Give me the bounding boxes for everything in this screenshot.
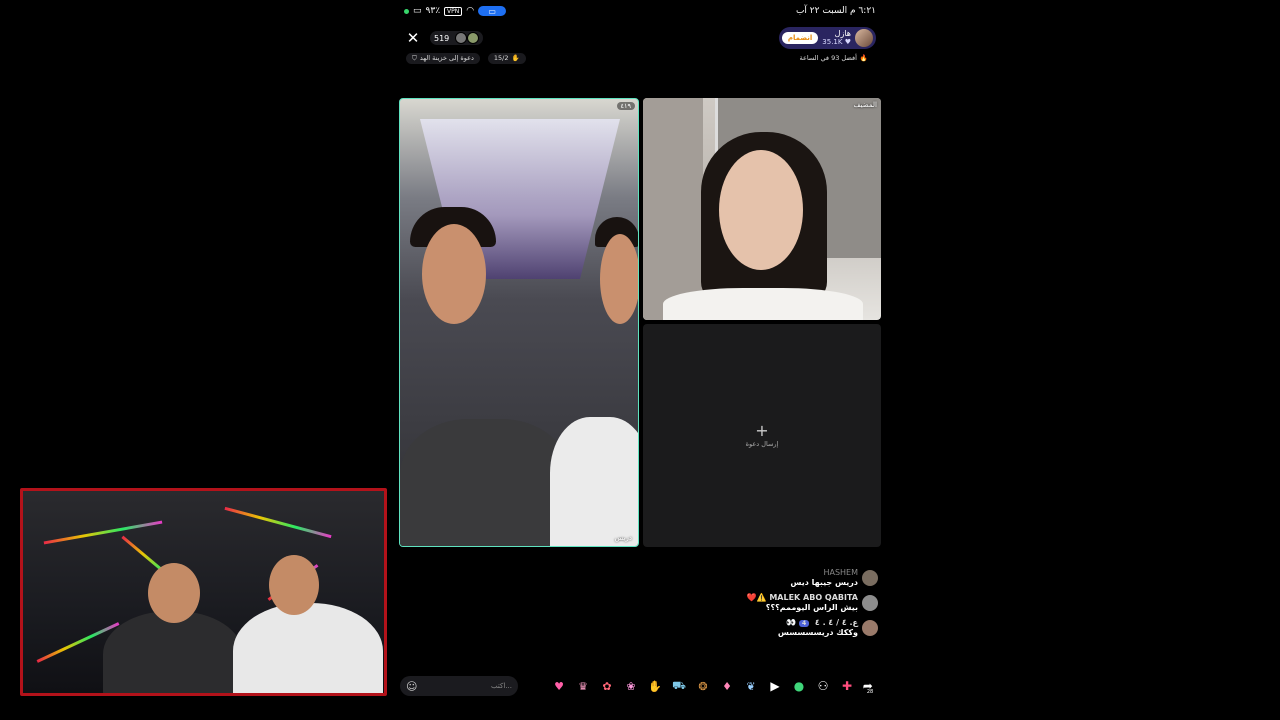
status-bar: ▭ ٩٣٪ VPN ◠ ▭ ٦:٢١ م السبت ٢٢ آب [396, 4, 884, 18]
recording-dot-icon [404, 8, 409, 14]
hat-gift-icon[interactable]: ♛ [574, 677, 592, 695]
chat-avatar[interactable] [862, 570, 878, 586]
guest-face-right [600, 234, 638, 324]
streamer-person-left [103, 611, 243, 693]
send-invite-label: إرسال دعوة [745, 439, 779, 448]
screen-share-icon: ▭ [478, 6, 507, 16]
viewer-count: 519 [434, 33, 450, 43]
curtain [643, 98, 703, 320]
streamer-person-right [233, 603, 383, 693]
microphone-icon[interactable]: ● [790, 677, 808, 695]
guest-shirt-right [550, 417, 638, 546]
close-button[interactable]: ✕ [404, 29, 422, 47]
streamer-head-left [148, 563, 200, 623]
chat-message[interactable]: HASHEM دريس جيبها ديس [790, 568, 878, 587]
comment-input[interactable]: ☺ اكتب... [400, 676, 518, 696]
host-likes: 35.1K ♥ [822, 38, 851, 46]
car-gift-icon[interactable]: ⛟ [670, 677, 688, 695]
phone-screen: ▭ ٩٣٪ VPN ◠ ▭ ٦:٢١ م السبت ٢٢ آب ✕ 519 ا… [396, 0, 884, 720]
battery-level: ٩٣٪ [425, 6, 441, 16]
status-icons: ▭ ٩٣٪ VPN ◠ ▭ [404, 6, 507, 16]
chat-message[interactable]: 👀 ع. ٤ / ٤ . ٤ 4 وككك دريسسسسس [778, 618, 878, 637]
chat-avatar[interactable] [862, 620, 878, 636]
guest-gift-count: ٤١٩ [616, 102, 635, 110]
guest-shirt-left [400, 419, 570, 546]
hand-icon: ✋ [511, 54, 520, 62]
swan-gift-icon[interactable]: ❦ [742, 677, 760, 695]
battery-icon: ▭ [413, 6, 422, 16]
host-shirt [663, 288, 863, 320]
bottom-action-bar: ☺ اكتب... ♥ ♛ ✿ ❀ ✋ ⛟ ❂ ♦ ❦ ▶ ● ⚇ ✚ ➦ 28 [400, 675, 880, 697]
chat-message[interactable]: ❤️⚠️ MALEK ABO QABITA بيش الراس اليوممم؟… [747, 593, 878, 612]
level-badge: 4 [798, 620, 810, 627]
guests-icon[interactable]: ⚇ [814, 677, 832, 695]
candy-gift-icon[interactable]: ❀ [622, 677, 640, 695]
share-count: 28 [866, 689, 874, 695]
chat-text: بيش الراس اليوممم؟؟؟ [765, 603, 858, 612]
chat-username: MALEK ABO QABITA [769, 593, 858, 602]
chat-text: وككك دريسسسسس [777, 628, 858, 637]
viewer-avatar [467, 32, 480, 44]
heart-gift-icon[interactable]: ♥ [550, 677, 568, 695]
comment-placeholder: اكتب... [491, 682, 512, 690]
treasure-invite-chip[interactable]: ⛉ دعوة إلى خزينة الهد [406, 52, 480, 64]
plus-icon: + [755, 420, 769, 440]
streamer-webcam-overlay [20, 488, 387, 696]
gift-strip: ♥ ♛ ✿ ❀ ✋ ⛟ ❂ ♦ ❦ ▶ ● ⚇ ✚ ➦ 28 [524, 677, 880, 696]
bear-gift-icon[interactable]: ❂ [694, 677, 712, 695]
camera-icon[interactable]: ▶ [766, 677, 784, 695]
rose-gift-icon[interactable]: ✿ [598, 677, 616, 695]
shield-icon: ⛉ [412, 53, 417, 62]
wifi-icon: ◠ [466, 6, 475, 16]
status-time-date: ٦:٢١ م السبت ٢٢ آب [795, 6, 876, 16]
guest-name-label: دريس [614, 534, 632, 542]
chat-avatar[interactable] [862, 595, 878, 611]
perfume-gift-icon[interactable]: ♦ [718, 677, 736, 695]
vpn-icon: VPN [444, 6, 463, 16]
host-card[interactable]: انضمام هازل 35.1K ♥ [778, 27, 876, 49]
emoji-icon[interactable]: ☺ [406, 680, 417, 693]
viewer-avatar [455, 32, 468, 44]
neon-light [224, 506, 332, 539]
hourly-rank-chip[interactable]: أفضل 93 في الساعة 🔥 [793, 53, 874, 63]
live-header: ✕ 519 انضمام هازل 35.1K ♥ [396, 26, 884, 50]
host-name: هازل [834, 29, 851, 38]
fire-icon: 🔥 [859, 54, 868, 62]
host-face [719, 150, 803, 270]
viewer-list[interactable]: 519 [430, 31, 484, 45]
empty-seat-invite[interactable]: + إرسال دعوة [643, 324, 881, 547]
host-avatar[interactable] [855, 29, 873, 47]
chat-feed: HASHEM دريس جيبها ديس ❤️⚠️ MALEK ABO QAB… [578, 568, 878, 637]
header-sub-row: ⛉ دعوة إلى خزينة الهد 15/2 ✋ أفضل 93 في ال… [396, 51, 884, 65]
streamer-head-right [269, 555, 319, 615]
chat-username: ع. ٤ / ٤ . ٤ [814, 618, 858, 627]
follow-button[interactable]: انضمام [781, 32, 819, 44]
chat-badges: 👀 [786, 618, 797, 627]
heart-icon: ♥ [844, 38, 851, 46]
guest-video-tile[interactable]: ٤١٩ دريس [399, 98, 639, 547]
host-info: هازل 35.1K ♥ [822, 29, 851, 47]
seats-chip[interactable]: 15/2 ✋ [487, 52, 526, 64]
chat-badges: ❤️⚠️ [746, 593, 767, 602]
host-label: المضيف [853, 101, 877, 109]
chat-text: دريس جيبها ديس [790, 578, 858, 587]
guest-face-left [422, 224, 486, 324]
share-icon[interactable]: ➦ 28 [862, 677, 880, 695]
neon-light [43, 520, 163, 545]
host-video-tile[interactable]: المضيف [643, 98, 881, 320]
chat-username: HASHEM [823, 568, 858, 577]
hand-gift-icon[interactable]: ✋ [646, 677, 664, 695]
gift-box-icon[interactable]: ✚ [838, 677, 856, 695]
